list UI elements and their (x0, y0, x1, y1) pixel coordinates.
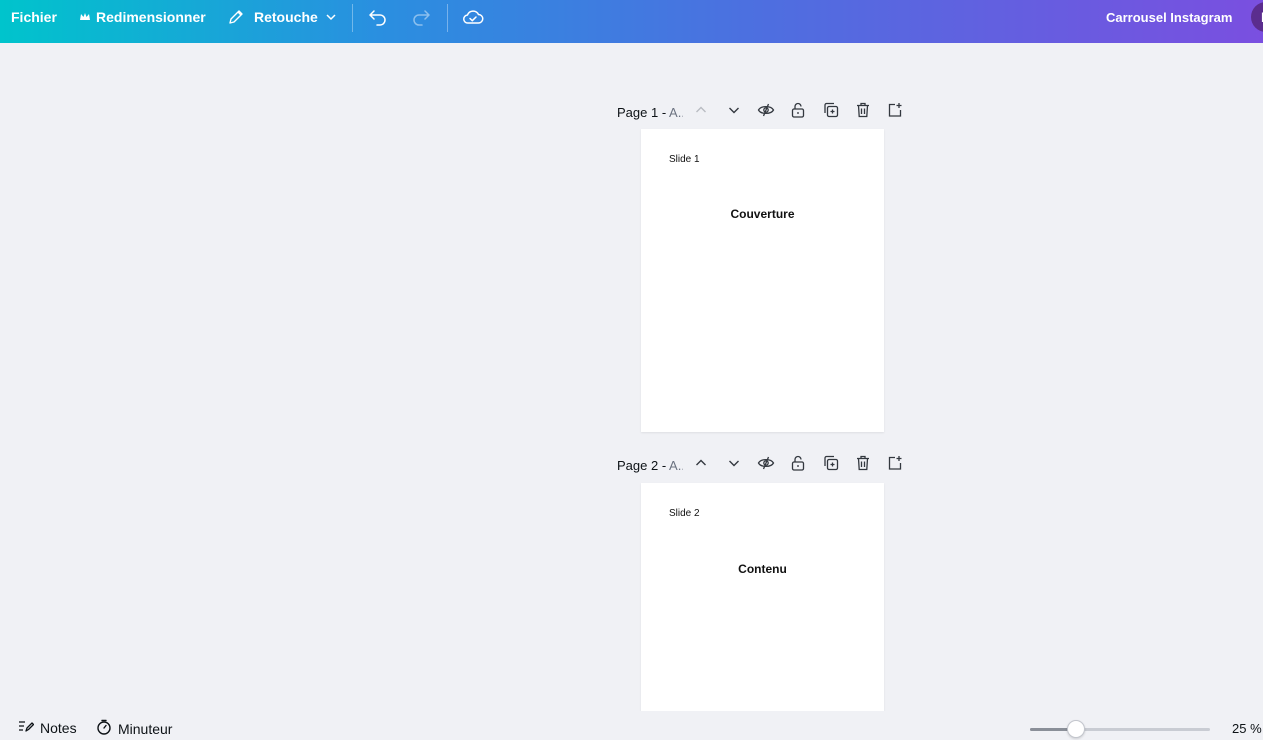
chevron-up-icon (694, 103, 708, 122)
add-page-button[interactable] (885, 455, 905, 475)
chevron-down-icon (727, 103, 741, 122)
add-page-button[interactable] (885, 102, 905, 122)
notes-label: Notes (40, 719, 77, 736)
timer-button[interactable]: Minuteur (96, 719, 172, 738)
move-page-down-button[interactable] (724, 102, 744, 122)
duplicate-page-button[interactable] (821, 455, 841, 475)
chevron-down-icon (727, 456, 741, 475)
slide-label[interactable]: Slide 2 (669, 508, 700, 519)
slide-label[interactable]: Slide 1 (669, 154, 700, 165)
toolbar-divider (447, 4, 448, 32)
bottom-bar: Notes Minuteur 25 % (0, 711, 1263, 740)
add-page-icon (887, 455, 903, 476)
redo-icon (411, 8, 431, 26)
crown-icon (79, 11, 91, 23)
resize-label: Redimensionner (96, 9, 206, 25)
redo-button[interactable] (411, 0, 431, 34)
page-title-suffix: A.. (669, 457, 683, 473)
duplicate-page-button[interactable] (821, 102, 841, 122)
lock-page-button[interactable] (788, 455, 808, 475)
resize-button[interactable]: Redimensionner (79, 0, 206, 34)
top-toolbar: Fichier Redimensionner Retouche Carrouse… (0, 0, 1263, 43)
timer-icon (96, 719, 112, 738)
trash-icon (856, 102, 870, 123)
edit-menu-label: Retouche (254, 9, 318, 25)
add-page-icon (887, 102, 903, 123)
page-header-2: Page 2 - A.. (617, 453, 902, 477)
page-title-suffix: A.. (669, 104, 683, 120)
avatar[interactable]: L (1251, 2, 1263, 32)
slide-page-1[interactable]: Slide 1 Couverture (641, 129, 884, 432)
lock-open-icon (791, 455, 805, 476)
edit-menu-button[interactable]: Retouche (227, 0, 337, 34)
notes-icon (18, 719, 35, 736)
move-page-up-button[interactable] (691, 455, 711, 475)
undo-icon (368, 8, 388, 26)
document-title-text: Carrousel Instagram (1106, 9, 1233, 25)
eye-hidden-icon (757, 455, 775, 476)
cloud-check-icon (462, 8, 484, 26)
move-page-up-button[interactable] (691, 102, 711, 122)
undo-button[interactable] (368, 0, 388, 34)
page-title-prefix: Page 1 - (617, 104, 670, 120)
slide-page-2[interactable]: Slide 2 Contenu (641, 483, 884, 711)
toolbar-divider (352, 4, 353, 32)
notes-button[interactable]: Notes (18, 719, 77, 736)
duplicate-icon (823, 455, 839, 476)
file-menu-button[interactable]: Fichier (11, 0, 57, 34)
page-header-1: Page 1 - A.. (617, 100, 902, 124)
zoom-slider[interactable] (1030, 728, 1210, 731)
eye-hidden-icon (757, 102, 775, 123)
duplicate-icon (823, 102, 839, 123)
move-page-down-button[interactable] (724, 455, 744, 475)
lock-open-icon (791, 102, 805, 123)
slide-heading[interactable]: Couverture (641, 207, 884, 221)
file-menu-label: Fichier (11, 9, 57, 25)
document-title[interactable]: Carrousel Instagram (1106, 0, 1232, 34)
hide-page-button[interactable] (756, 102, 776, 122)
chevron-down-icon (325, 11, 337, 23)
delete-page-button[interactable] (853, 455, 873, 475)
zoom-slider-thumb[interactable] (1067, 720, 1085, 738)
trash-icon (856, 455, 870, 476)
zoom-value[interactable]: 25 % (1232, 721, 1262, 736)
delete-page-button[interactable] (853, 102, 873, 122)
slide-heading[interactable]: Contenu (641, 562, 884, 576)
page-title[interactable]: Page 2 - A.. (617, 458, 683, 473)
lock-page-button[interactable] (788, 102, 808, 122)
page-title-prefix: Page 2 - (617, 457, 670, 473)
page-title[interactable]: Page 1 - A.. (617, 105, 683, 120)
save-status-button[interactable] (462, 0, 484, 34)
timer-label: Minuteur (118, 720, 173, 737)
hide-page-button[interactable] (756, 455, 776, 475)
chevron-up-icon (694, 456, 708, 475)
pencil-icon (227, 8, 245, 26)
